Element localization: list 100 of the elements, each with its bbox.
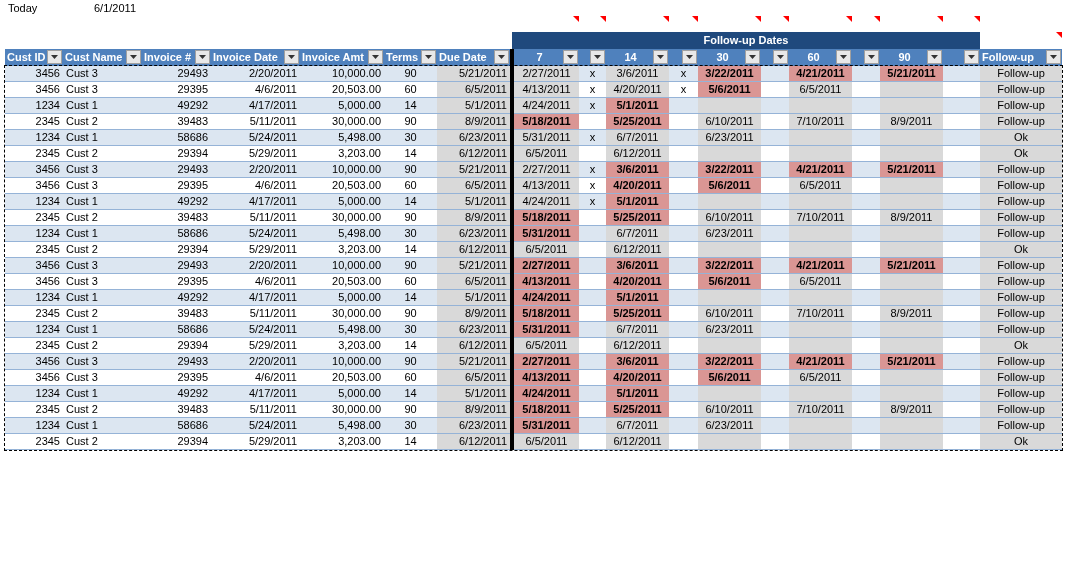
table-cell: 30,000.00 (300, 401, 384, 418)
filter-button[interactable] (745, 50, 760, 64)
today-value: 6/1/2011 (94, 0, 136, 16)
filter-button[interactable] (773, 50, 788, 64)
table-cell: 2345 (5, 337, 63, 354)
table-cell: 29394 (142, 145, 211, 162)
table-cell: 29395 (142, 369, 211, 386)
filter-button[interactable] (864, 50, 879, 64)
table-cell: Cust 2 (63, 241, 142, 258)
table-cell: 90 (384, 353, 437, 370)
table-cell: Cust 3 (63, 65, 142, 82)
filter-button[interactable] (494, 50, 509, 64)
caret-icon (657, 55, 664, 59)
table-cell: x (579, 193, 606, 210)
table-cell: 29493 (142, 161, 211, 178)
table-cell: 49292 (142, 97, 211, 114)
table-cell: 5/11/2011 (211, 401, 300, 418)
table-cell: Cust 1 (63, 225, 142, 242)
table-cell: 5/29/2011 (211, 337, 300, 354)
table-cell: Cust 2 (63, 209, 142, 226)
caret-icon (777, 55, 784, 59)
caret-icon (199, 55, 206, 59)
table-cell: 49292 (142, 193, 211, 210)
table-cell: 90 (384, 113, 437, 130)
table-cell: 5,498.00 (300, 225, 384, 242)
table-cell: x (669, 81, 698, 98)
table-cell: 3456 (5, 81, 63, 98)
table-cell: 4/17/2011 (211, 385, 300, 402)
table-cell: 2345 (5, 209, 63, 226)
caret-icon (130, 55, 137, 59)
filter-button[interactable] (47, 50, 62, 64)
table-cell: 30 (384, 129, 437, 146)
table-cell: 49292 (142, 385, 211, 402)
table-cell: 10,000.00 (300, 161, 384, 178)
table-cell: 3456 (5, 161, 63, 178)
table-cell: Cust 2 (63, 433, 142, 450)
table-cell: 60 (384, 81, 437, 98)
table-cell: 3,203.00 (300, 145, 384, 162)
column-header-label: Invoice Amt (302, 49, 365, 65)
table-cell: 3456 (5, 177, 63, 194)
filter-button[interactable] (964, 50, 979, 64)
table-cell: 4/17/2011 (211, 97, 300, 114)
table-cell: x (579, 177, 606, 194)
table-cell: 2345 (5, 145, 63, 162)
caret-icon (968, 55, 975, 59)
table-cell: 29394 (142, 433, 211, 450)
table-cell: 20,503.00 (300, 81, 384, 98)
table-cell: 14 (384, 97, 437, 114)
filter-button[interactable] (653, 50, 668, 64)
filter-button[interactable] (836, 50, 851, 64)
table-cell: 39483 (142, 401, 211, 418)
table-cell: 29394 (142, 241, 211, 258)
table-cell: 5/24/2011 (211, 417, 300, 434)
caret-icon (288, 55, 295, 59)
table-cell: 5,498.00 (300, 417, 384, 434)
table-cell: 5/24/2011 (211, 321, 300, 338)
table-cell: 2/27/2011 (512, 65, 579, 82)
table-cell: 29394 (142, 337, 211, 354)
table-cell: 2345 (5, 241, 63, 258)
table-cell: Cust 3 (63, 353, 142, 370)
column-header-label: 14 (623, 49, 638, 65)
filter-button[interactable] (1046, 50, 1061, 64)
column-header-label: 60 (806, 49, 821, 65)
table-cell: 1234 (5, 385, 63, 402)
filter-button[interactable] (563, 50, 578, 64)
caret-icon (686, 55, 693, 59)
column-header-label: 90 (897, 49, 912, 65)
table-cell: 5,000.00 (300, 385, 384, 402)
table-cell: 49292 (142, 289, 211, 306)
filter-button[interactable] (126, 50, 141, 64)
filter-button[interactable] (368, 50, 383, 64)
table-cell: 14 (384, 145, 437, 162)
column-header-label: Terms (386, 49, 420, 65)
group-header: Follow-up Dates (512, 32, 980, 49)
filter-button[interactable] (590, 50, 605, 64)
filter-button[interactable] (421, 50, 436, 64)
table-cell: Cust 1 (63, 97, 142, 114)
column-header-label: Invoice Date (213, 49, 279, 65)
table-cell: Cust 2 (63, 305, 142, 322)
table-cell: 3,203.00 (300, 433, 384, 450)
caret-icon (594, 55, 601, 59)
filter-button[interactable] (284, 50, 299, 64)
table-cell: 14 (384, 337, 437, 354)
caret-icon (840, 55, 847, 59)
table-cell: 5/29/2011 (211, 145, 300, 162)
table-cell: 29493 (142, 353, 211, 370)
filter-button[interactable] (682, 50, 697, 64)
filter-button[interactable] (195, 50, 210, 64)
table-cell: 5,498.00 (300, 129, 384, 146)
table-cell: 4/6/2011 (211, 81, 300, 98)
table-cell: 5,000.00 (300, 193, 384, 210)
table-cell: 90 (384, 401, 437, 418)
table-cell: 3/6/2011 (606, 65, 669, 82)
table-cell: 5,498.00 (300, 321, 384, 338)
filter-button[interactable] (927, 50, 942, 64)
table-cell: 10,000.00 (300, 65, 384, 82)
table-cell: 29493 (142, 65, 211, 82)
table-cell: 30 (384, 321, 437, 338)
table-cell: 30,000.00 (300, 209, 384, 226)
table-cell: 39483 (142, 209, 211, 226)
